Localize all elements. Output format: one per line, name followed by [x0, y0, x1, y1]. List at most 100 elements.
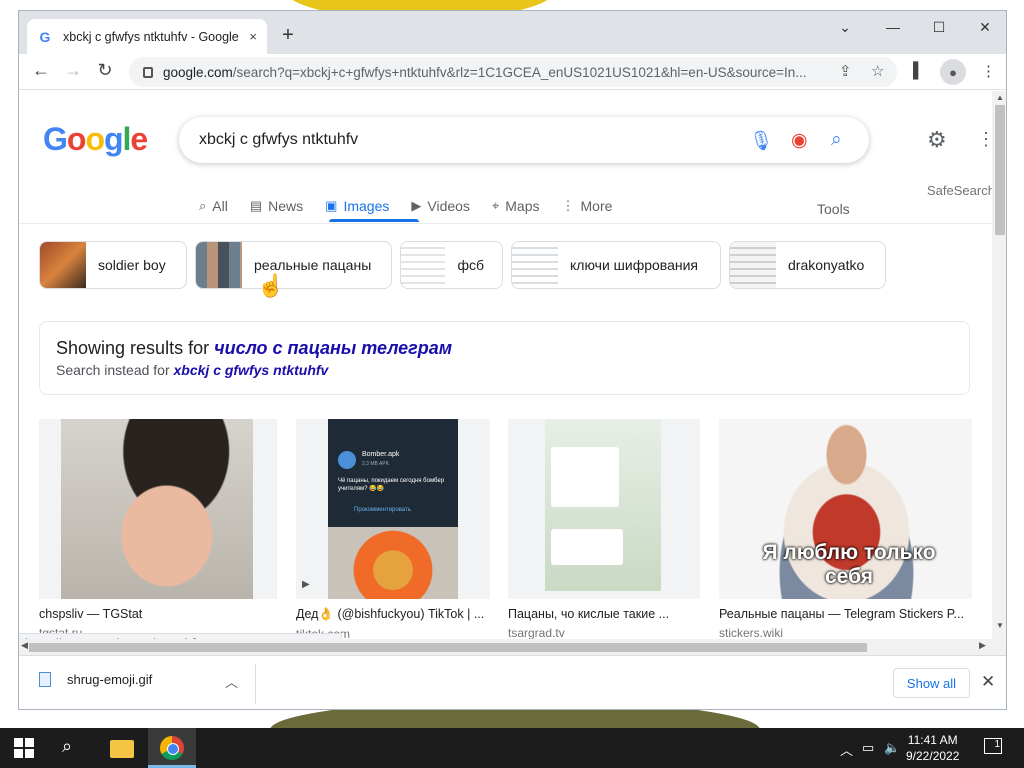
- vertical-scrollbar[interactable]: ▲ ▼: [992, 91, 1006, 655]
- clock-date: 9/22/2022: [906, 749, 960, 763]
- file-explorer-icon[interactable]: [110, 740, 134, 758]
- result-image[interactable]: [508, 419, 700, 599]
- browser-tab[interactable]: G xbckj c gfwfys ntktuhfv - Google ×: [27, 19, 267, 54]
- spelling-correction-notice: Showing results for число с пацаны телег…: [39, 321, 970, 395]
- chevron-up-icon[interactable]: ︿: [840, 740, 853, 759]
- corrected-query-link[interactable]: число с пацаны телеграм: [214, 338, 452, 358]
- tiktok-screenshot: Bomber.apk 2,3 MB APK Чё пацаны, покидае…: [328, 419, 458, 599]
- image-result[interactable]: Я люблю только себя Реальные пацаны — Te…: [719, 419, 972, 639]
- close-icon[interactable]: ✕: [981, 672, 995, 692]
- horizontal-scroll-thumb[interactable]: [29, 643, 867, 652]
- system-clock[interactable]: 11:41 AM 9/22/2022: [906, 732, 959, 764]
- tab-close-icon[interactable]: ×: [249, 29, 257, 44]
- chip-fsb[interactable]: фсб: [400, 241, 503, 289]
- tab-videos[interactable]: ▶ Videos: [411, 191, 470, 221]
- result-caption[interactable]: chspsliv — TGStat: [39, 607, 277, 621]
- images-icon: ▣: [325, 198, 338, 213]
- original-query-link[interactable]: xbckj c gfwfys ntktuhfv: [174, 362, 329, 378]
- scroll-down-arrow-icon[interactable]: ▼: [996, 621, 1004, 630]
- instead-prefix: Search instead for: [56, 362, 170, 378]
- scroll-right-arrow-icon[interactable]: ▶: [979, 640, 986, 651]
- tab-title: xbckj c gfwfys ntktuhfv - Google: [63, 29, 239, 44]
- showing-results-line: Showing results for число с пацаны телег…: [56, 338, 953, 359]
- chip-label: soldier boy: [98, 257, 166, 273]
- image-result[interactable]: Пацаны, чо кислые такие ... tsargrad.tv: [508, 419, 700, 639]
- chip-klyuchi-shifrovaniya[interactable]: ключи шифрования: [511, 241, 721, 289]
- result-image[interactable]: Bomber.apk 2,3 MB APK Чё пацаны, покидае…: [296, 419, 490, 599]
- more-vertical-icon: ⋮: [561, 198, 575, 213]
- search-icon[interactable]: ⌕: [62, 736, 72, 757]
- scroll-up-arrow-icon[interactable]: ▲: [996, 93, 1004, 102]
- result-caption[interactable]: Пацаны, чо кислые такие ...: [508, 607, 700, 621]
- tab-images[interactable]: ▣ Images: [325, 191, 389, 221]
- windows-start-icon[interactable]: [14, 738, 34, 758]
- horizontal-scrollbar[interactable]: ◀ ▶: [19, 639, 992, 655]
- chip-thumbnail: [196, 242, 242, 288]
- show-all-button[interactable]: Show all: [893, 668, 970, 698]
- search-box[interactable]: xbckj c gfwfys ntktuhfv 🎙 ◉ ⌕: [179, 117, 869, 163]
- bookmark-star-icon[interactable]: ☆: [871, 62, 884, 80]
- close-window-button[interactable]: ✕: [973, 19, 997, 36]
- chip-thumbnail: [40, 242, 86, 288]
- notification-center-icon[interactable]: 1: [984, 738, 1002, 754]
- chip-thumbnail: [401, 242, 446, 288]
- download-separator: [255, 664, 256, 704]
- search-icon: ⌕: [199, 198, 207, 213]
- minimize-button[interactable]: —: [881, 19, 905, 35]
- chevron-up-icon[interactable]: ︿: [225, 672, 238, 691]
- file-icon: [39, 672, 51, 687]
- address-url[interactable]: google.com/search?q=xbckj+c+gfwfys+ntktu…: [163, 65, 833, 80]
- browser-menu-icon[interactable]: ⋮: [981, 62, 996, 80]
- chip-soldier-boy[interactable]: soldier boy: [39, 241, 187, 289]
- image-result[interactable]: chspsliv — TGStat tgstat.ru: [39, 419, 277, 639]
- microphone-icon[interactable]: 🎙: [749, 129, 773, 153]
- tab-all[interactable]: ⌕ All: [199, 191, 228, 221]
- reload-button[interactable]: ↻: [93, 60, 117, 81]
- chip-realnye-patsany[interactable]: реальные пацаны: [195, 241, 392, 289]
- result-caption[interactable]: Дед👌 (@bishfuckyou) TikTok | ...: [296, 607, 490, 622]
- url-host: google.com: [163, 64, 233, 80]
- tab-news[interactable]: ▤ News: [250, 191, 303, 221]
- forward-button[interactable]: →: [61, 60, 85, 81]
- chat-bubble: [551, 447, 619, 507]
- settings-gear-icon[interactable]: ⚙: [927, 127, 947, 153]
- tab-label: Maps: [505, 198, 540, 214]
- result-image[interactable]: [39, 419, 277, 599]
- download-item[interactable]: shrug-emoji.gif: [39, 672, 152, 687]
- apps-grid-icon[interactable]: ⋮: [977, 129, 992, 150]
- chrome-icon[interactable]: [160, 736, 184, 760]
- maximize-button[interactable]: ☐: [927, 19, 951, 36]
- chip-drakonyatko[interactable]: drakonyatko: [729, 241, 886, 289]
- network-icon[interactable]: ▭: [862, 740, 874, 756]
- result-caption[interactable]: Реальные пацаны — Telegram Stickers P...: [719, 607, 972, 621]
- tab-search-chevron-icon[interactable]: ⌄: [833, 19, 857, 36]
- scroll-left-arrow-icon[interactable]: ◀: [21, 640, 28, 651]
- windows-taskbar: ⌕ ︿ ▭ 🔈 11:41 AM 9/22/2022 1: [0, 728, 1024, 768]
- cartoon-bottom: [328, 527, 458, 599]
- side-panel-icon[interactable]: ▌: [913, 62, 924, 79]
- tab-label: All: [212, 198, 228, 214]
- result-image[interactable]: Я люблю только себя: [719, 419, 972, 599]
- tools-button[interactable]: Tools: [817, 201, 850, 217]
- search-query[interactable]: xbckj c gfwfys ntktuhfv: [199, 131, 358, 149]
- file-download-icon: [338, 451, 356, 469]
- profile-avatar-icon[interactable]: ●: [940, 59, 966, 85]
- photo-person: [61, 419, 253, 599]
- camera-lens-icon[interactable]: ◉: [791, 129, 808, 152]
- chip-thumbnail: [730, 242, 776, 288]
- safesearch-button[interactable]: SafeSearch: [927, 183, 992, 198]
- tab-maps[interactable]: ⌖ Maps: [492, 191, 540, 221]
- new-tab-button[interactable]: +: [277, 24, 299, 46]
- browser-toolbar: ← → ↻ google.com/search?q=xbckj+c+gfwfys…: [19, 54, 1006, 90]
- google-logo[interactable]: Google: [43, 121, 148, 158]
- tab-more[interactable]: ⋮ More: [562, 191, 613, 221]
- volume-icon[interactable]: 🔈: [884, 740, 900, 756]
- vertical-scroll-thumb[interactable]: [995, 105, 1005, 235]
- search-icon[interactable]: ⌕: [831, 129, 842, 151]
- address-bar[interactable]: google.com/search?q=xbckj+c+gfwfys+ntktu…: [129, 57, 897, 87]
- share-icon[interactable]: ⇪: [839, 62, 852, 80]
- image-result[interactable]: Bomber.apk 2,3 MB APK Чё пацаны, покидае…: [296, 419, 490, 639]
- comment-button-text: Прокомментировать: [354, 507, 411, 513]
- play-icon: ▶: [411, 198, 422, 213]
- back-button[interactable]: ←: [29, 60, 53, 81]
